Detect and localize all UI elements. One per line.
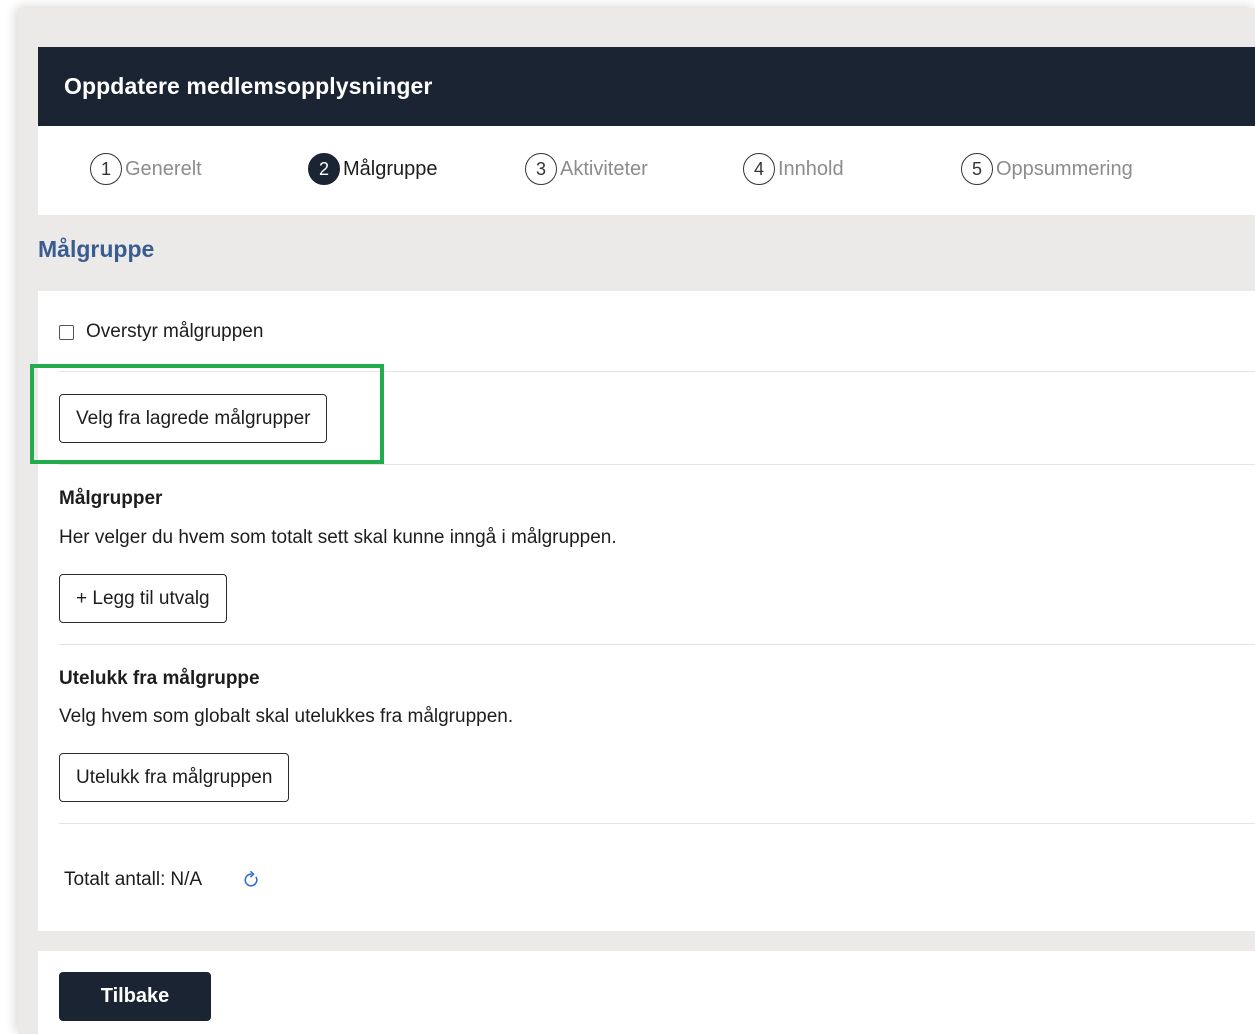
step-number: 2 <box>308 153 340 185</box>
override-label[interactable]: Overstyr målgruppen <box>86 321 263 343</box>
total-value: N/A <box>170 869 203 890</box>
step-malgruppe[interactable]: 2 Målgruppe <box>308 153 438 185</box>
section-title: Målgruppe <box>38 236 155 262</box>
override-row[interactable]: Overstyr målgruppen <box>59 321 263 343</box>
step-label: Innhold <box>778 157 844 180</box>
footer-bar: Tilbake <box>38 951 1255 1034</box>
page-container: Oppdatere medlemsopplysninger 1 Generelt… <box>18 8 1255 1034</box>
step-generelt[interactable]: 1 Generelt <box>90 153 202 185</box>
target-groups-title: Målgrupper <box>59 488 163 509</box>
target-group-card: Overstyr målgruppen Velg fra lagrede mål… <box>30 291 1255 931</box>
exclude-description: Velg hvem som globalt skal utelukkes fra… <box>59 706 514 727</box>
override-checkbox[interactable] <box>59 324 74 340</box>
choose-saved-groups-button[interactable]: Velg fra lagrede målgrupper <box>59 394 328 443</box>
step-number: 5 <box>961 153 993 185</box>
step-label: Generelt <box>125 157 202 180</box>
total-label: Totalt antall: <box>64 869 166 890</box>
divider <box>59 823 1255 824</box>
step-aktiviteter[interactable]: 3 Aktiviteter <box>525 153 648 185</box>
step-label: Målgruppe <box>343 157 438 180</box>
step-number: 4 <box>743 153 775 185</box>
stepper: 1 Generelt 2 Målgruppe 3 Aktiviteter 4 I… <box>38 126 1255 215</box>
step-innhold[interactable]: 4 Innhold <box>743 153 844 185</box>
page-title: Oppdatere medlemsopplysninger <box>64 73 433 99</box>
target-groups-description: Her velger du hvem som totalt sett skal … <box>59 527 617 548</box>
divider <box>59 464 1255 465</box>
step-number: 1 <box>90 153 122 185</box>
divider <box>59 644 1255 645</box>
refresh-icon[interactable] <box>240 869 262 891</box>
step-label: Aktiviteter <box>560 157 648 180</box>
exclude-button[interactable]: Utelukk fra målgruppen <box>59 753 290 802</box>
page-header: Oppdatere medlemsopplysninger <box>38 47 1255 126</box>
step-label: Oppsummering <box>996 157 1133 180</box>
add-selection-button[interactable]: + Legg til utvalg <box>59 574 227 623</box>
back-button[interactable]: Tilbake <box>59 972 211 1021</box>
total-row: Totalt antall: N/A <box>64 869 262 891</box>
exclude-title: Utelukk fra målgruppe <box>59 668 260 689</box>
step-number: 3 <box>525 153 557 185</box>
step-oppsummering[interactable]: 5 Oppsummering <box>961 153 1133 185</box>
